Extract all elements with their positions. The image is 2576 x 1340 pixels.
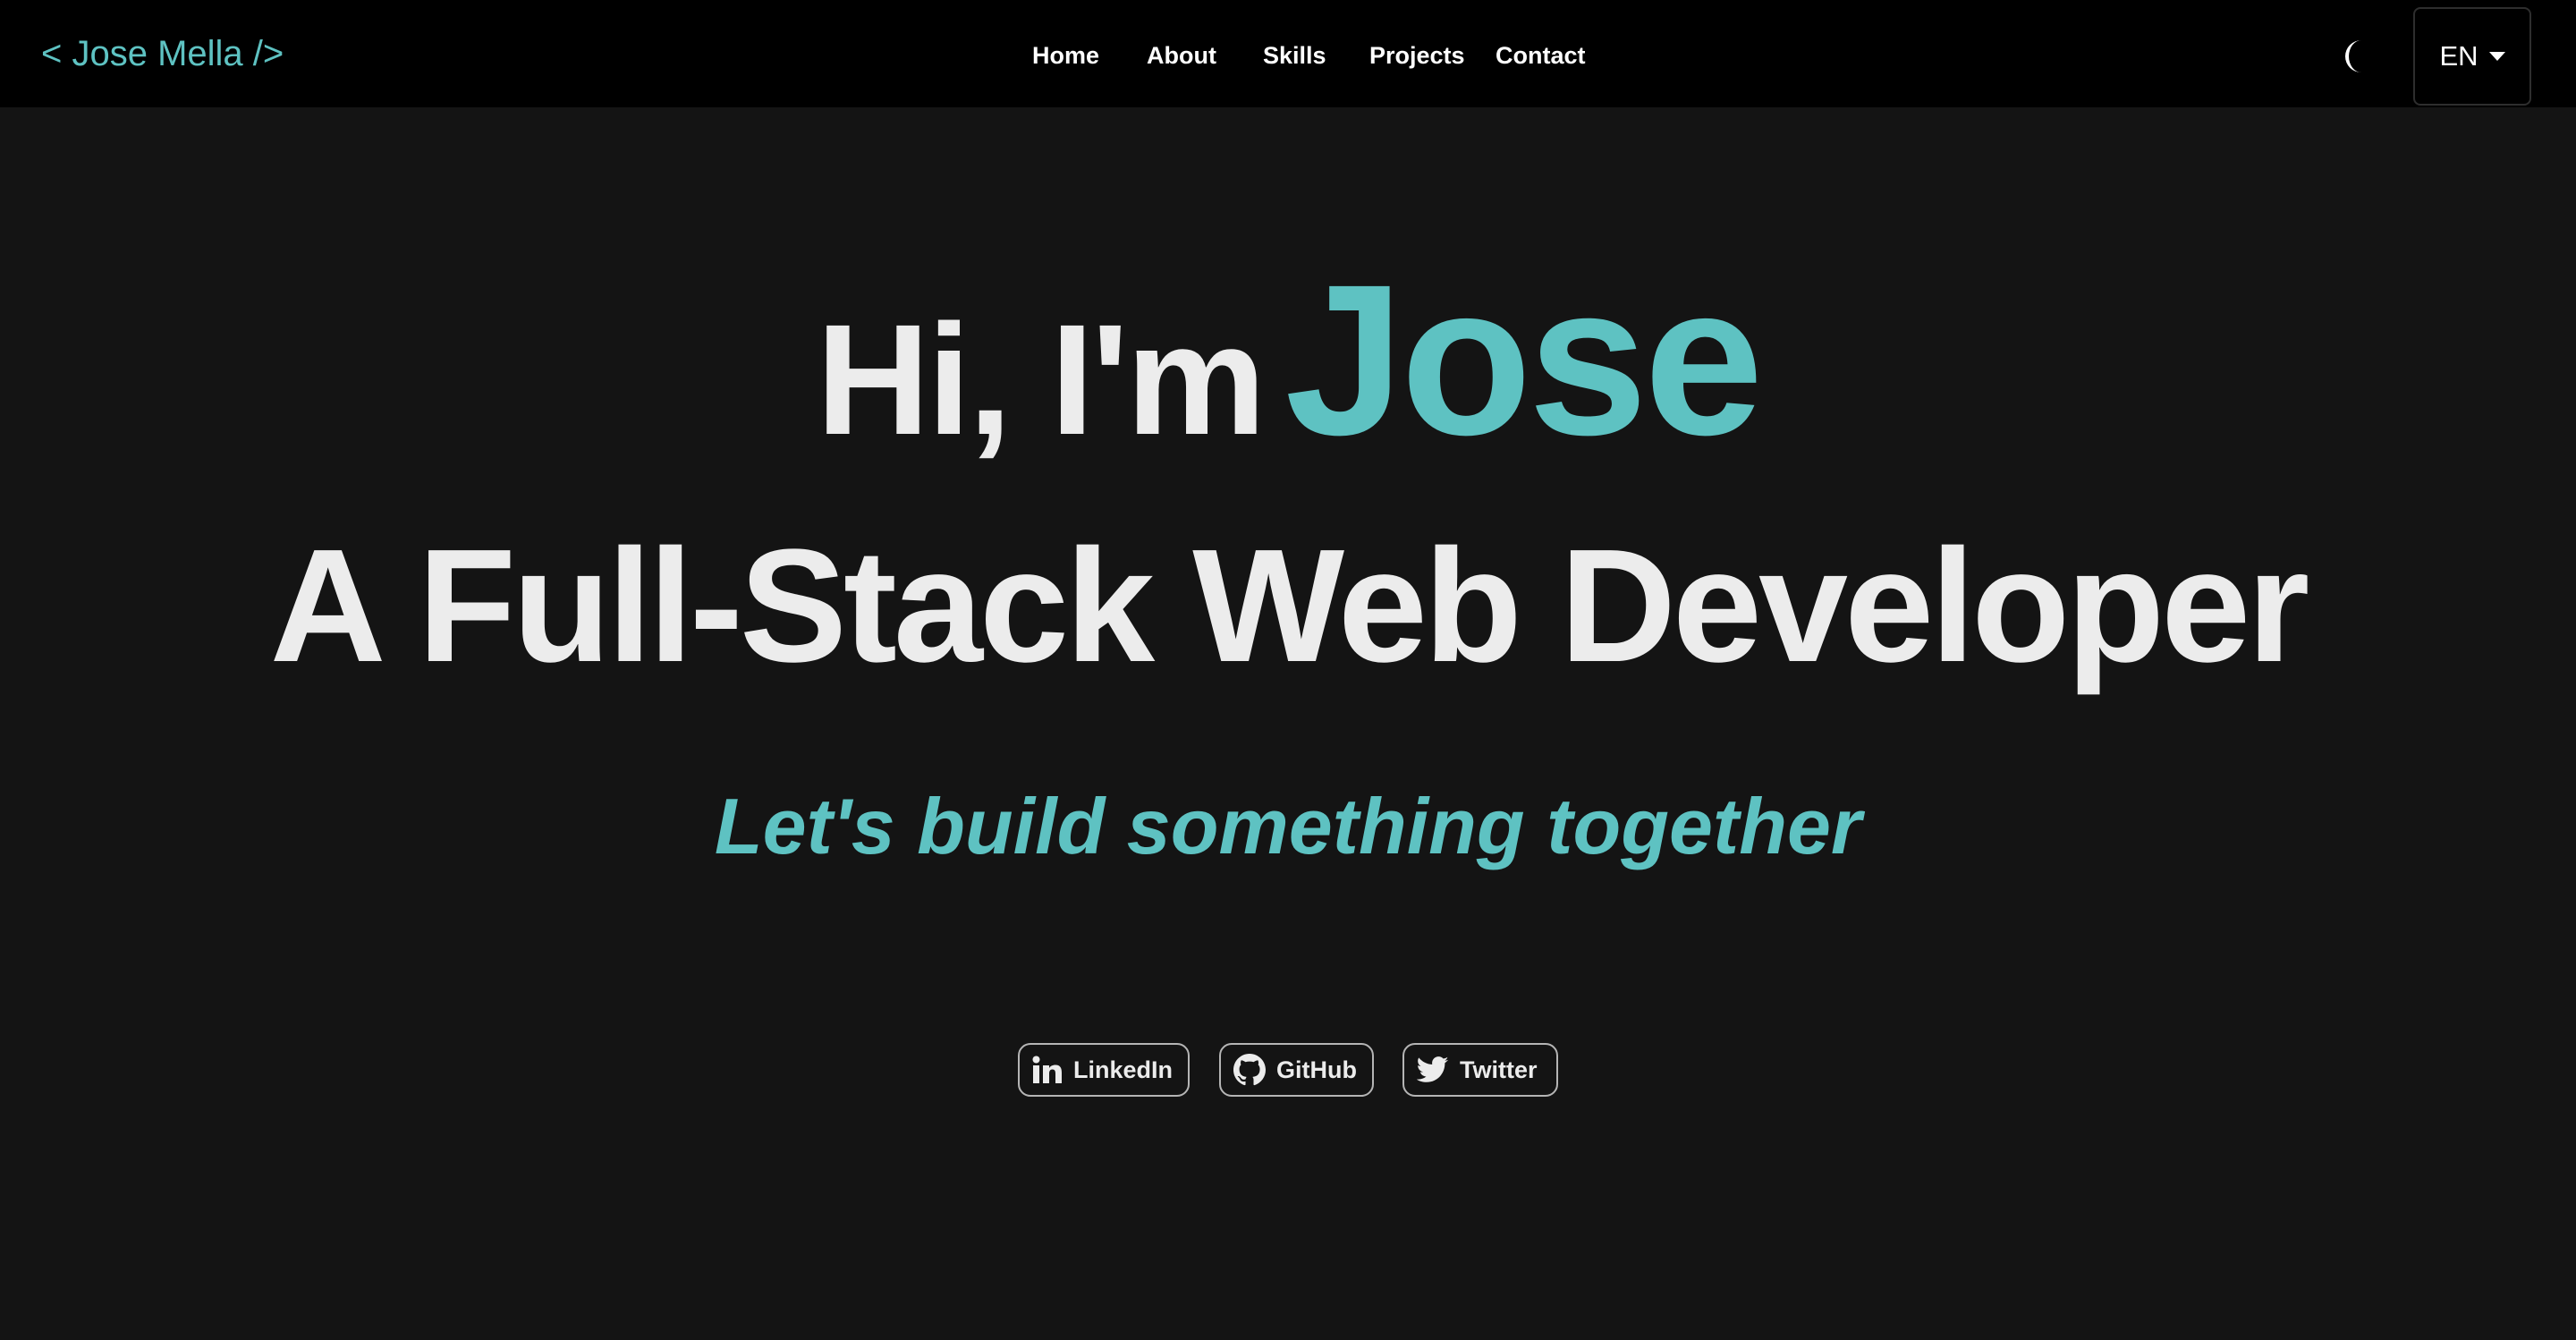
theme-toggle-button[interactable]	[2333, 34, 2377, 79]
moon-icon	[2340, 38, 2370, 74]
hero-tagline: Let's build something together	[714, 782, 1862, 870]
hero-greeting: Hi, I'm	[816, 293, 1266, 468]
language-select[interactable]: EN	[2413, 7, 2531, 106]
nav-link-about[interactable]: About	[1147, 39, 1216, 72]
language-selected-value: EN	[2439, 40, 2479, 72]
linkedin-button[interactable]: LinkedIn	[1018, 1043, 1190, 1097]
navbar: < Jose Mella /> Home About Skills Projec…	[0, 0, 2576, 107]
caret-down-icon	[2488, 52, 2505, 61]
linkedin-icon	[1032, 1056, 1063, 1084]
nav-link-home[interactable]: Home	[1032, 39, 1099, 72]
hero-name: Jose	[1284, 240, 1764, 479]
brand-logo[interactable]: < Jose Mella />	[41, 32, 284, 75]
linkedin-label: LinkedIn	[1073, 1056, 1174, 1083]
nav-link-skills[interactable]: Skills	[1263, 39, 1326, 72]
github-icon	[1233, 1054, 1266, 1086]
hero-role: A Full-Stack Web Developer	[269, 516, 2310, 696]
twitter-label: Twitter	[1460, 1056, 1538, 1083]
nav-link-contact[interactable]: Contact	[1496, 39, 1586, 72]
twitter-button[interactable]: Twitter	[1402, 1043, 1558, 1097]
twitter-icon	[1417, 1056, 1449, 1083]
page: < Jose Mella /> Home About Skills Projec…	[0, 0, 2576, 1340]
nav-link-projects[interactable]: Projects	[1369, 39, 1465, 72]
github-label: GitHub	[1276, 1056, 1357, 1083]
hero-heading: Hi, I'm Jose	[0, 252, 2576, 467]
github-button[interactable]: GitHub	[1219, 1043, 1374, 1097]
